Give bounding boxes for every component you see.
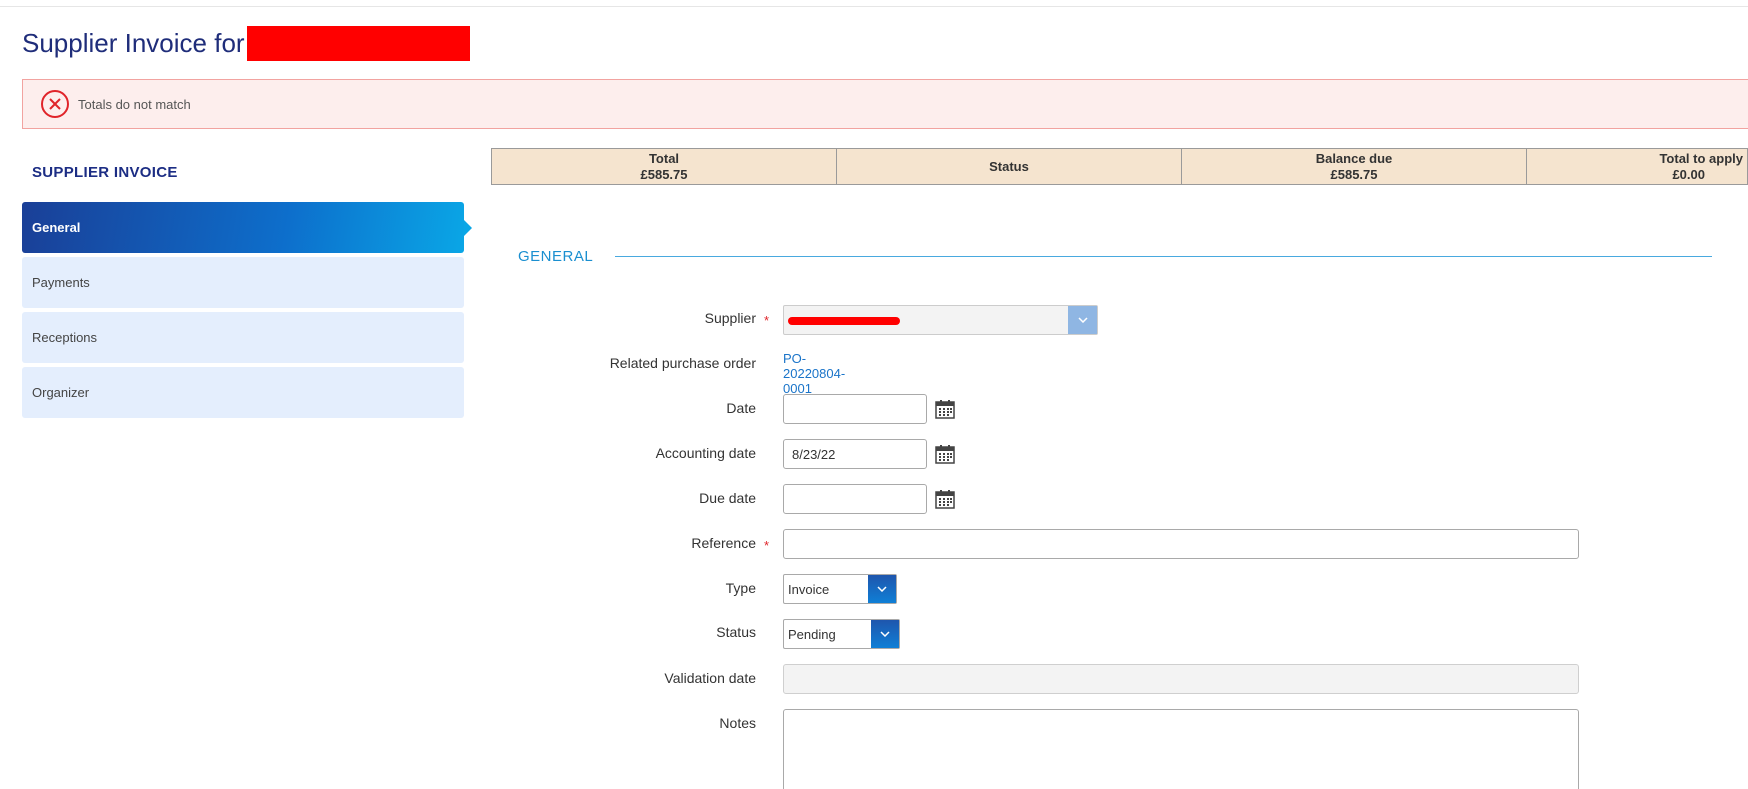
sidebar-heading: SUPPLIER INVOICE xyxy=(32,164,178,181)
accounting-date-input[interactable] xyxy=(783,439,927,469)
sidebar-item-organizer[interactable]: Organizer xyxy=(22,367,464,418)
chevron-down-icon[interactable] xyxy=(868,575,896,603)
sidebar-nav: General Payments Receptions Organizer xyxy=(22,202,472,422)
summary-apply-label: Total to apply xyxy=(1659,150,1743,166)
redacted-supplier-name xyxy=(246,25,470,61)
redacted-supplier-value xyxy=(788,317,900,325)
supplier-invoice-page: Supplier Invoice for Totals do not match… xyxy=(0,0,1748,789)
notes-label: Notes xyxy=(719,715,756,731)
calendar-icon[interactable] xyxy=(935,444,955,464)
chevron-down-icon[interactable] xyxy=(871,620,899,648)
close-circle-icon xyxy=(41,90,69,118)
status-select-value: Pending xyxy=(788,626,836,642)
due-date-input[interactable] xyxy=(783,484,927,514)
related-po-link[interactable]: PO-20220804-0001 xyxy=(783,351,845,396)
summary-total-value: £585.75 xyxy=(640,166,688,182)
required-marker: * xyxy=(764,313,770,328)
validation-date-input xyxy=(783,664,1579,694)
summary-balance: Balance due £585.75 xyxy=(1182,149,1527,184)
summary-balance-label: Balance due xyxy=(1315,150,1393,166)
chevron-down-icon[interactable] xyxy=(1068,306,1097,334)
summary-total-label: Total xyxy=(648,150,680,166)
status-select[interactable]: Pending xyxy=(783,619,900,649)
reference-label: Reference xyxy=(691,535,756,551)
calendar-icon[interactable] xyxy=(935,399,955,419)
page-title-text: Supplier Invoice for xyxy=(22,27,245,58)
summary-total-to-apply: Total to apply £0.00 xyxy=(1527,149,1747,184)
supplier-select[interactable] xyxy=(783,305,1098,335)
sidebar-item-label: Payments xyxy=(32,275,90,290)
sidebar-item-label: Receptions xyxy=(32,330,98,345)
top-divider xyxy=(0,6,1748,7)
summary-total: Total £585.75 xyxy=(492,149,837,184)
sidebar-item-label: General xyxy=(32,220,81,235)
sidebar-item-receptions[interactable]: Receptions xyxy=(22,312,464,363)
sidebar-item-label: Organizer xyxy=(32,385,90,400)
sidebar-item-payments[interactable]: Payments xyxy=(22,257,464,308)
related-po-label: Related purchase order xyxy=(609,355,756,371)
summary-apply-value: £0.00 xyxy=(1672,166,1705,182)
summary-bar: Total £585.75 Status Balance due £585.75… xyxy=(491,148,1748,185)
summary-balance-value: £585.75 xyxy=(1330,166,1378,182)
summary-status-label: Status xyxy=(989,158,1029,174)
page-title: Supplier Invoice for xyxy=(22,24,470,62)
summary-status: Status xyxy=(837,149,1182,184)
error-alert: Totals do not match xyxy=(22,79,1748,129)
date-input[interactable] xyxy=(783,394,927,424)
reference-input[interactable] xyxy=(783,529,1579,559)
accounting-date-label: Accounting date xyxy=(655,445,756,461)
validation-date-label: Validation date xyxy=(664,670,756,686)
calendar-icon[interactable] xyxy=(935,489,955,509)
required-marker: * xyxy=(764,538,770,553)
notes-textarea[interactable] xyxy=(783,709,1579,789)
due-date-label: Due date xyxy=(699,490,756,506)
section-divider xyxy=(615,256,1712,257)
alert-message: Totals do not match xyxy=(78,96,191,112)
type-select[interactable]: Invoice xyxy=(783,574,897,604)
sidebar-item-general[interactable]: General xyxy=(22,202,472,253)
type-label: Type xyxy=(725,580,756,596)
type-select-value: Invoice xyxy=(788,581,830,597)
section-title: GENERAL xyxy=(518,248,594,265)
date-label: Date xyxy=(726,400,756,416)
section-header-general: GENERAL xyxy=(518,248,1712,265)
supplier-label: Supplier xyxy=(704,310,756,326)
status-label: Status xyxy=(716,624,756,640)
